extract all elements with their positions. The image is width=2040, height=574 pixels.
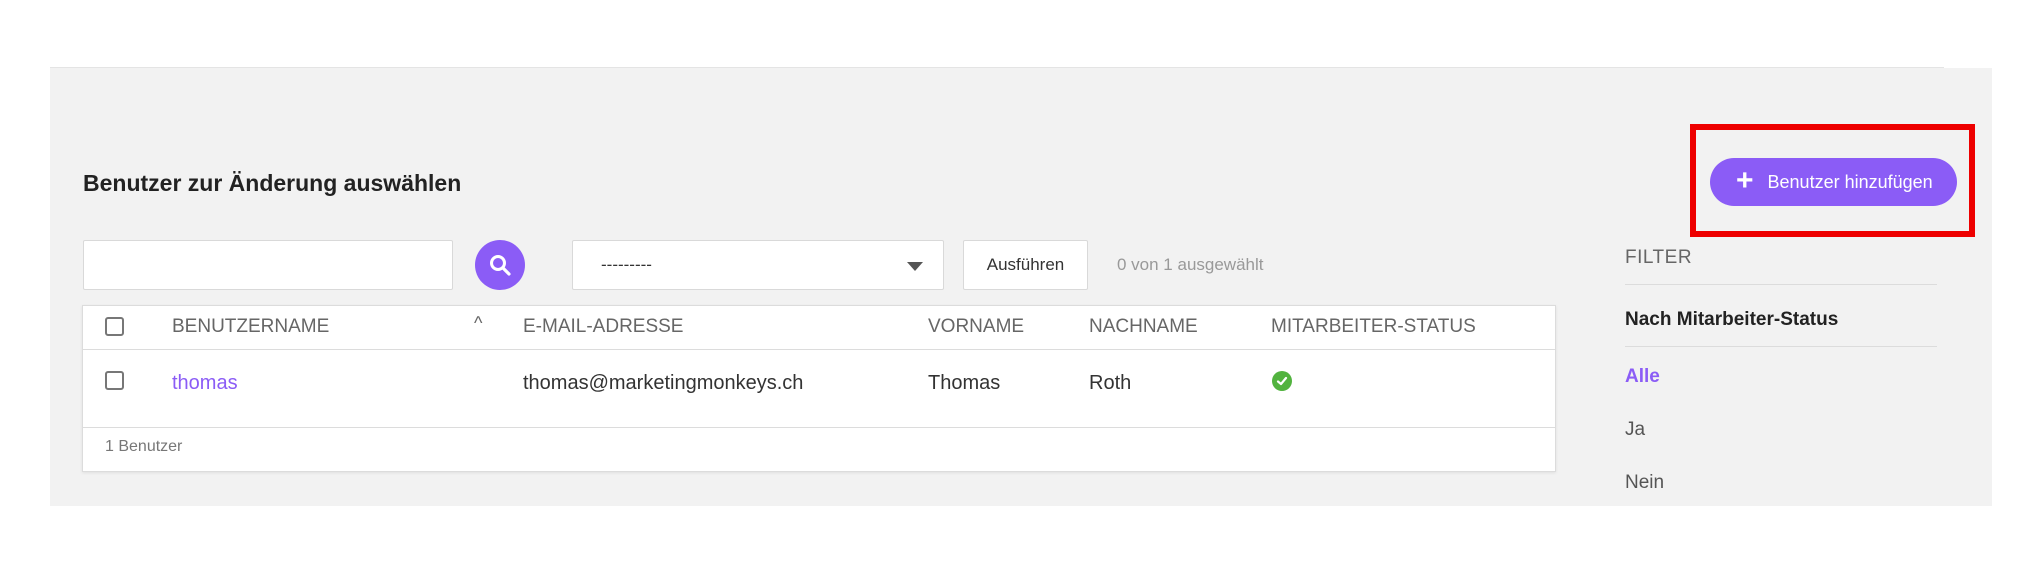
column-header-staff-status[interactable]: MITARBEITER-STATUS (1271, 316, 1476, 338)
page-title: Benutzer zur Änderung auswählen (83, 170, 462, 196)
table-row: thomas thomas@marketingmonkeys.ch Thomas… (83, 350, 1555, 428)
column-header-username[interactable]: BENUTZERNAME (172, 316, 329, 338)
filter-section-title: Nach Mitarbeiter-Status (1625, 309, 1839, 330)
search-icon (490, 255, 511, 276)
email-cell: thomas@marketingmonkeys.ch (523, 372, 804, 394)
last-name-cell: Roth (1089, 372, 1132, 394)
chevron-down-icon (907, 262, 923, 271)
search-button[interactable] (475, 240, 525, 290)
first-name-cell: Thomas (928, 372, 1001, 394)
filter-option-yes[interactable]: Ja (1625, 419, 1645, 441)
filter-divider (1625, 346, 1937, 347)
table-header: BENUTZERNAME ^ E-MAIL-ADRESSE VORNAME NA… (83, 306, 1555, 350)
filter-option-all[interactable]: Alle (1625, 366, 1660, 388)
users-table: BENUTZERNAME ^ E-MAIL-ADRESSE VORNAME NA… (82, 305, 1556, 472)
select-all-checkbox[interactable] (105, 317, 124, 336)
action-select-value: --------- (601, 255, 652, 274)
selection-count: 0 von 1 ausgewählt (1117, 255, 1264, 274)
highlight-box (1690, 124, 1975, 237)
action-select[interactable]: --------- (572, 240, 944, 290)
column-header-first-name[interactable]: VORNAME (928, 316, 1024, 338)
check-circle-icon (1272, 371, 1292, 391)
sort-ascending-icon[interactable]: ^ (474, 313, 482, 334)
run-action-button[interactable]: Ausführen (963, 240, 1088, 290)
filter-title: FILTER (1625, 247, 1693, 268)
column-header-last-name[interactable]: NACHNAME (1089, 316, 1198, 338)
column-header-email[interactable]: E-MAIL-ADRESSE (523, 316, 683, 338)
result-count: 1 Benutzer (105, 438, 183, 455)
filter-option-no[interactable]: Nein (1625, 472, 1664, 494)
filter-divider (1625, 284, 1937, 285)
row-checkbox[interactable] (105, 371, 124, 390)
username-link[interactable]: thomas (172, 372, 238, 395)
search-input[interactable] (83, 240, 453, 290)
